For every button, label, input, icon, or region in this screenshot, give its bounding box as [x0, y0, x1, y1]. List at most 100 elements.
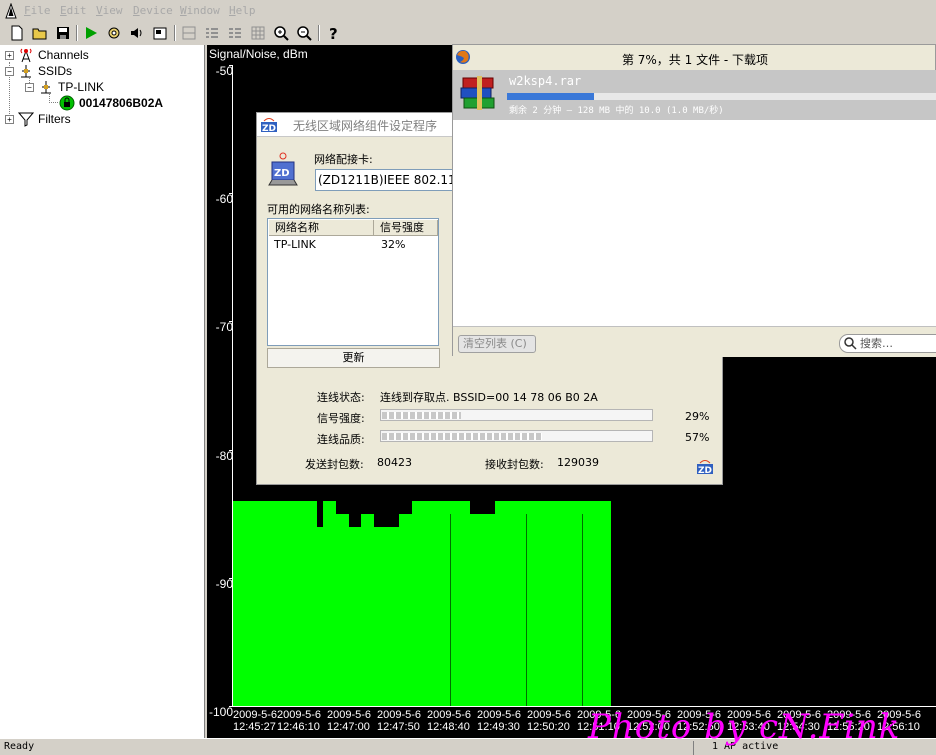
menu-view[interactable]: View	[96, 4, 123, 17]
menu-bar: File Edit View Device Window Help	[0, 0, 936, 22]
open-folder-icon[interactable]	[31, 24, 49, 42]
play-icon[interactable]	[82, 24, 100, 42]
clear-list-button[interactable]: 清空列表 (C)	[458, 335, 536, 353]
tree-pane: + Channels − SSIDs − TP-LINK 00147806B02…	[0, 45, 205, 738]
downloads-title: 第 7%，共 1 文件 - 下载项	[621, 53, 769, 67]
y-tick-mark	[229, 578, 233, 579]
bar-gap	[582, 513, 583, 706]
filter-icon	[18, 111, 34, 127]
tree-label: TP-LINK	[58, 80, 105, 94]
menu-window[interactable]: Window	[180, 4, 220, 17]
expand-icon[interactable]: +	[5, 114, 14, 124]
link-quality-bar	[380, 430, 653, 442]
grid-icon[interactable]	[249, 24, 267, 42]
zoom-out-icon[interactable]	[295, 24, 313, 42]
x-tick-label: 2009-5-6 12:45:27	[233, 709, 278, 733]
adapter-select[interactable]: (ZD1211B)IEEE 802.11	[315, 169, 455, 191]
speaker-icon[interactable]	[128, 24, 146, 42]
menu-device[interactable]: Device	[133, 4, 173, 17]
network-list[interactable]: 网络名称 信号强度 TP-LINK 32%	[267, 218, 439, 346]
y-tick-label: -50	[215, 64, 233, 78]
new-file-icon[interactable]	[8, 24, 26, 42]
y-tick-mark	[229, 706, 233, 707]
tree-label: SSIDs	[38, 64, 73, 78]
packets-sent-label: 发送封包数:	[305, 458, 364, 471]
tree-item-filters[interactable]: + Filters	[5, 111, 71, 127]
column-header-name[interactable]: 网络名称	[269, 220, 374, 236]
signal-strength-bar	[380, 409, 653, 421]
link-quality-value: 57%	[685, 431, 710, 444]
x-tick-label: 2009-5-6 12:47:00	[327, 709, 372, 733]
settings-icon[interactable]	[105, 24, 123, 42]
svg-text:ZD: ZD	[698, 466, 712, 475]
signal-bar	[604, 500, 612, 706]
x-tick-label: 2009-5-6 12:46:10	[277, 709, 322, 733]
y-tick-mark	[229, 65, 233, 66]
download-file-name: w2ksp4.rar	[509, 74, 582, 88]
download-progress-bar	[507, 93, 936, 100]
network-list-label: 可用的网络名称列表:	[267, 203, 370, 216]
tree-label: 00147806B02A	[79, 96, 164, 110]
tree-item-bssid[interactable]: 00147806B02A	[59, 95, 163, 111]
tile-icon[interactable]	[180, 24, 198, 42]
packets-received-value: 129039	[557, 456, 599, 469]
locked-ap-icon	[59, 95, 75, 111]
winrar-archive-icon	[459, 74, 501, 119]
photo-watermark: Photo by cN.Fink	[588, 707, 901, 747]
downloads-list	[453, 120, 936, 326]
x-tick-label: 2009-5-6 12:48:40	[427, 709, 472, 733]
save-icon[interactable]	[54, 24, 72, 42]
packets-received-label: 接收封包数:	[485, 458, 544, 471]
tree-item-ssid[interactable]: − TP-LINK	[25, 79, 104, 95]
downloads-title-bar[interactable]: 第 7%，共 1 文件 - 下载项	[453, 45, 935, 70]
network-icon	[18, 63, 34, 79]
download-item[interactable]: w2ksp4.rar 剩余 2 分钟 — 128 MB 中的 10.0 (1.0…	[453, 70, 936, 120]
collapse-icon[interactable]: −	[25, 82, 34, 92]
connection-status-label: 连线状态:	[317, 391, 365, 404]
tree-item-channels[interactable]: + Channels	[5, 47, 89, 63]
tree-item-ssids[interactable]: − SSIDs	[5, 63, 72, 79]
toolbar: ?	[0, 22, 936, 44]
menu-file[interactable]: File	[24, 4, 51, 17]
network-row-name[interactable]: TP-LINK	[274, 238, 316, 251]
collapse-icon[interactable]: −	[5, 66, 14, 76]
menu-help[interactable]: Help	[229, 4, 256, 17]
help-icon[interactable]: ?	[324, 24, 342, 42]
x-tick-label: 2009-5-6 12:47:50	[377, 709, 422, 733]
signal-strength-value: 29%	[685, 410, 710, 423]
y-axis-label: Signal/Noise, dBm	[209, 47, 308, 61]
tree-label: Filters	[38, 112, 71, 126]
properties-icon[interactable]	[151, 24, 169, 42]
refresh-button[interactable]: 更新	[267, 348, 440, 368]
network-row-signal: 32%	[381, 238, 406, 251]
menu-edit[interactable]: Edit	[60, 4, 87, 17]
app-logo-icon	[3, 2, 19, 19]
y-tick-mark	[229, 450, 233, 451]
downloads-footer: 清空列表 (C) 搜索…	[453, 326, 936, 357]
search-icon	[844, 337, 857, 352]
bar-gap	[450, 513, 451, 706]
x-tick-label: 2009-5-6 12:49:30	[477, 709, 522, 733]
detail-view-icon[interactable]	[226, 24, 244, 42]
list-view-icon[interactable]	[203, 24, 221, 42]
connection-status-value: 连线到存取点. BSSID=00 14 78 06 B0 2A	[380, 391, 598, 404]
packets-sent-value: 80423	[377, 456, 412, 469]
expand-icon[interactable]: +	[5, 50, 14, 60]
bar-gap	[526, 513, 527, 706]
downloads-window[interactable]: 第 7%，共 1 文件 - 下载项 w2ksp4.rar 剩余 2 分钟 — 1…	[452, 44, 936, 357]
svg-text:ZD: ZD	[262, 124, 276, 133]
y-tick-mark	[229, 193, 233, 194]
adapter-label: 网络配接卡:	[314, 153, 373, 166]
zd-logo-icon: ZD	[260, 117, 278, 134]
search-input[interactable]: 搜索…	[839, 334, 936, 353]
x-tick-label: 2009-5-6 12:50:20	[527, 709, 572, 733]
zoom-in-icon[interactable]	[272, 24, 290, 42]
link-quality-label: 连线品质:	[317, 433, 365, 446]
column-header-signal[interactable]: 信号强度	[374, 220, 438, 236]
y-axis: -50 -60 -70 -80 -90 -100	[207, 64, 233, 719]
y-axis-line	[232, 65, 233, 707]
y-tick-label: -60	[215, 192, 233, 207]
svg-text:ZD: ZD	[274, 168, 290, 179]
wlan-title: 无线区域网络组件设定程序	[293, 119, 438, 133]
search-placeholder: 搜索…	[860, 337, 893, 350]
